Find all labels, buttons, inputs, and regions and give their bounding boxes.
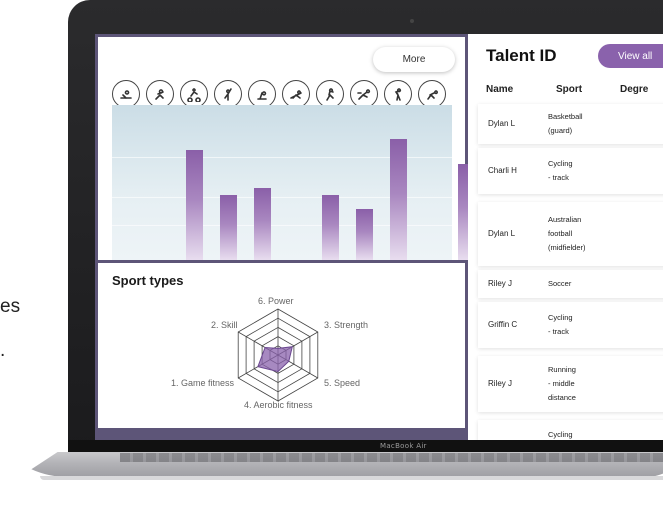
laptop-base-edge — [40, 476, 663, 480]
laptop-model-label: MacBook Air — [380, 442, 427, 450]
radar-axis-label: 1. Game fitness — [171, 378, 235, 388]
talent-row[interactable]: Dylan L Basketball (guard) — [478, 104, 663, 144]
sport-line: football — [548, 229, 573, 238]
column-header: Name — [486, 84, 514, 95]
gymnastics-icon[interactable] — [146, 80, 174, 108]
webcam — [410, 19, 414, 23]
sport-types-card: Sport types 6. Power 3. Strength 5. Spee… — [98, 263, 465, 428]
more-button[interactable]: More — [373, 47, 455, 72]
athlete-sport: Basketball (guard) — [548, 110, 608, 138]
sport-line: Australian — [548, 215, 582, 224]
slide-text-fragment: . — [0, 340, 6, 361]
table-header: Name Sport Degre — [468, 80, 663, 100]
radar-axis-label: 6. Power — [258, 296, 294, 306]
sport-icons-row — [112, 80, 452, 108]
radar-axis-label: 5. Speed — [324, 378, 361, 388]
sport-line: (guard) — [548, 126, 573, 135]
screen-bezel — [68, 440, 663, 454]
sport-line: Cycling — [548, 430, 573, 439]
athlete-sport: Cycling - track — [548, 311, 608, 339]
view-all-button[interactable]: View all — [598, 44, 663, 68]
column-header: Sport — [556, 84, 583, 95]
sport-line: - track — [548, 173, 569, 182]
talent-row[interactable]: Riley J Soccer — [478, 270, 663, 298]
sport-line: Running — [548, 365, 576, 374]
radar-axis-label: 4. Aerobic fitness — [244, 400, 313, 410]
laptop-screen: More Sport types 6. Power 3. Strength 5.… — [95, 34, 663, 440]
athlete-name: Dylan L — [488, 119, 516, 128]
chart-bar — [220, 195, 237, 260]
bar-chart — [112, 105, 475, 260]
sport-line: (midfielder) — [548, 243, 586, 252]
rowing-icon[interactable] — [112, 80, 140, 108]
sport-line: - middle — [548, 379, 575, 388]
skiing-icon[interactable] — [282, 80, 310, 108]
laptop-keyboard — [120, 453, 663, 462]
athlete-sport: Cycling — [548, 428, 608, 440]
talent-row[interactable]: Charli H Cycling - track — [478, 148, 663, 194]
athlete-sport: Soccer — [548, 277, 608, 291]
chart-bar — [356, 209, 373, 260]
athlete-name: Riley J — [488, 279, 513, 288]
talent-row[interactable]: Dylan L Australian football (midfielder) — [478, 202, 663, 266]
athlete-name: Charli H — [488, 166, 517, 175]
athlete-sport: Cycling - track — [548, 157, 608, 185]
athlete-name: Griffin C — [488, 320, 518, 329]
chart-bar — [186, 150, 203, 260]
walking-icon[interactable] — [384, 80, 412, 108]
chart-bar — [322, 195, 339, 260]
talent-id-title: Talent ID — [486, 46, 557, 65]
radar-axis-label: 3. Strength — [324, 320, 369, 330]
talent-row[interactable]: Griffin C Cycling - track — [478, 302, 663, 348]
athletics-icon[interactable] — [418, 80, 446, 108]
athlete-sport: Running - middle distance — [548, 363, 608, 405]
cycling-icon[interactable] — [180, 80, 208, 108]
athlete-name: Riley J — [488, 379, 513, 388]
sprinting-icon[interactable] — [350, 80, 378, 108]
sport-line: Soccer — [548, 279, 572, 288]
sport-line: Basketball — [548, 112, 583, 121]
weightlifting-icon[interactable] — [248, 80, 276, 108]
climbing-icon[interactable] — [214, 80, 242, 108]
sport-line: Cycling — [548, 313, 573, 322]
left-panel: More Sport types 6. Power 3. Strength 5.… — [95, 34, 475, 440]
athlete-name: Dylan L — [488, 229, 516, 238]
sport-line: distance — [548, 393, 576, 402]
athlete-sport: Australian football (midfielder) — [548, 213, 608, 255]
chart-bar — [390, 139, 407, 260]
column-header: Degre — [620, 84, 649, 95]
talent-row[interactable]: Cycling — [478, 420, 663, 440]
sport-line: Cycling — [548, 159, 573, 168]
slide-text-fragment: es — [0, 296, 21, 317]
talent-row[interactable]: Riley J Running - middle distance — [478, 356, 663, 412]
talent-id-panel: Talent ID View all Name Sport Degre Dyla… — [468, 34, 663, 440]
radar-axis-label: 2. Skill — [211, 320, 238, 330]
chart-bar — [254, 188, 271, 260]
sport-line: - track — [548, 327, 569, 336]
running-icon[interactable] — [316, 80, 344, 108]
sport-chart-card: More — [98, 37, 475, 260]
